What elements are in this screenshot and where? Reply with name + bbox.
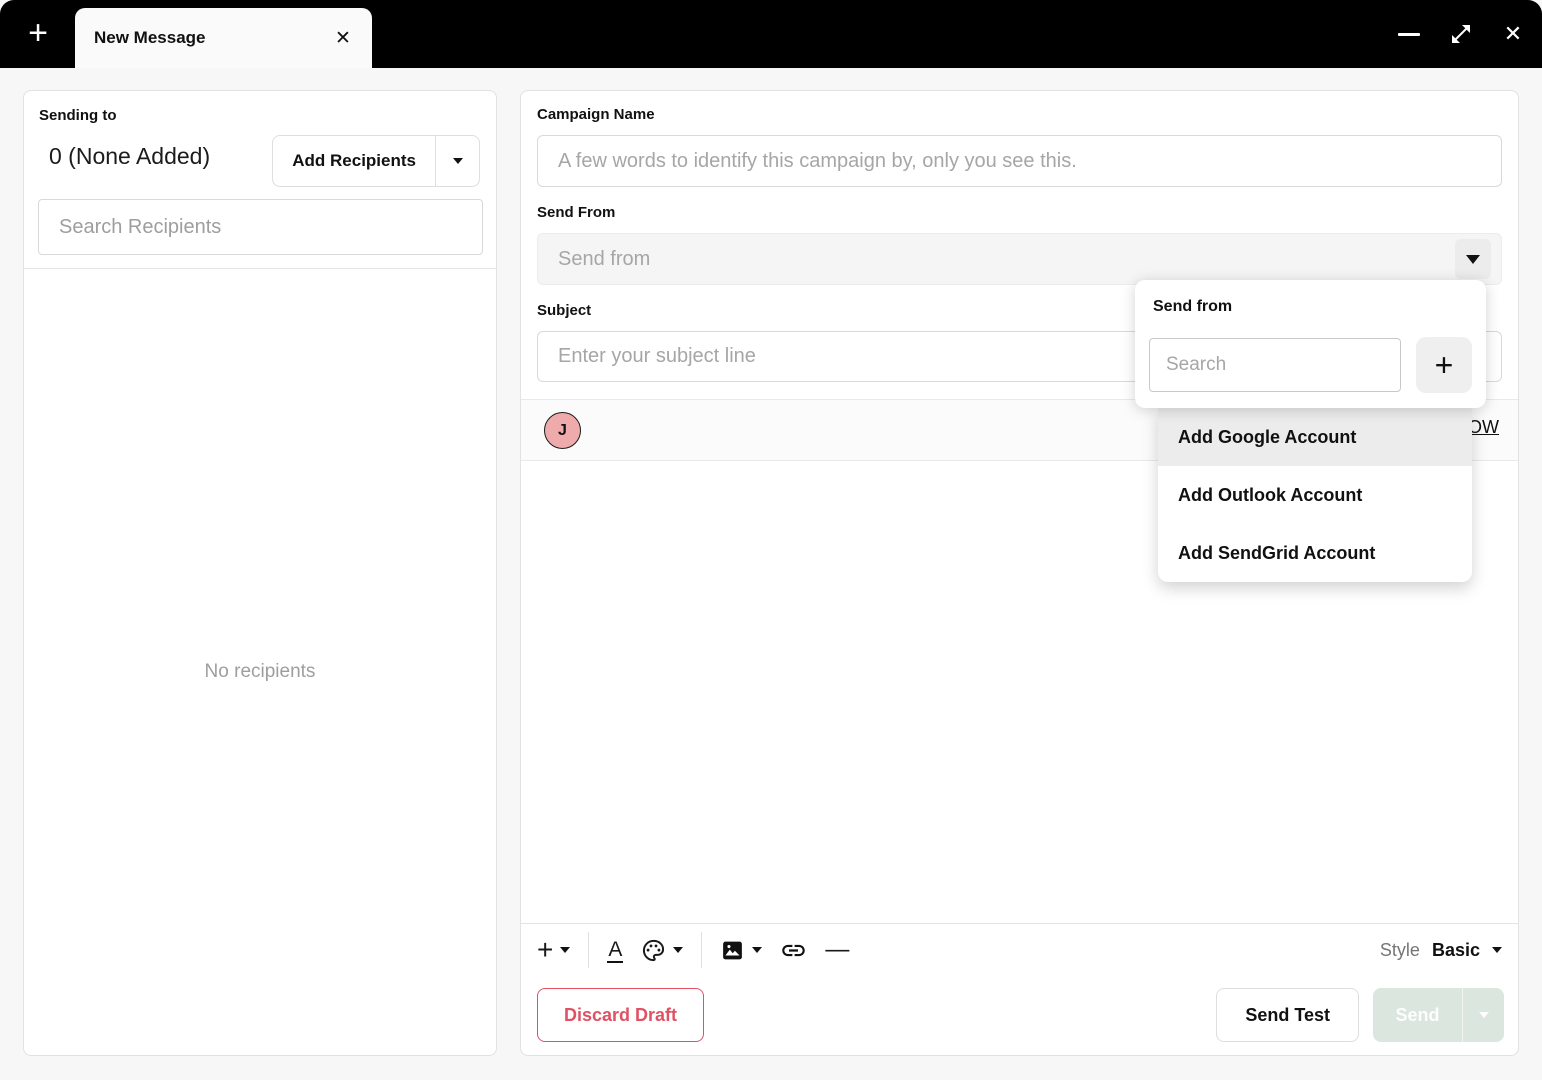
recipients-divider [24,268,496,269]
campaign-name-label: Campaign Name [537,106,655,123]
recipients-count: 0 (None Added) [49,143,211,169]
toolbar-divider [701,932,703,968]
sending-to-label: Sending to [39,107,117,124]
chevron-down-icon [560,947,571,953]
menu-item-add-outlook[interactable]: Add Outlook Account [1158,466,1472,524]
window-controls: ✕ [1396,0,1526,68]
menu-item-add-sendgrid[interactable]: Add SendGrid Account [1158,524,1472,582]
horizontal-rule-button[interactable]: — [825,936,849,964]
close-icon: ✕ [335,27,351,49]
text-color-icon: A [607,937,624,963]
app-window: + New Message ✕ ✕ Sending to 0 (None Add… [0,0,1542,1080]
minimize-button[interactable] [1396,21,1422,47]
tab-title: New Message [94,28,206,47]
recipients-header: Sending to 0 (None Added) Add Recipients [24,91,496,268]
expand-icon [1452,25,1470,43]
search-recipients-input[interactable] [38,199,483,255]
send-options-dropdown[interactable] [1462,988,1504,1042]
style-value: Basic [1431,939,1480,960]
avatar[interactable]: J [544,412,581,449]
add-recipients-dropdown[interactable] [435,136,479,186]
horizontal-rule-icon: — [825,936,850,963]
new-tab-button[interactable]: + [18,14,58,54]
tab-close-button[interactable]: ✕ [326,21,360,55]
formatting-toolbar: + A — Style Basic [537,924,1502,976]
send-from-label: Send From [537,204,616,221]
discard-draft-button[interactable]: Discard Draft [537,988,705,1042]
menu-item-add-google[interactable]: Add Google Account [1158,408,1472,466]
add-recipients-button[interactable]: Add Recipients [272,135,480,187]
campaign-name-input[interactable] [537,135,1502,187]
send-test-button[interactable]: Send Test [1216,988,1359,1042]
chevron-down-icon [752,947,763,953]
theme-palette-button[interactable] [641,938,684,963]
style-label: Style [1379,939,1420,960]
compose-footer: + A — Style Basic Discard Draft Send Tes… [521,923,1518,1055]
close-icon: ✕ [1503,21,1523,46]
plus-icon: + [1434,347,1454,383]
text-color-button[interactable]: A [607,937,624,963]
add-recipients-label: Add Recipients [292,151,416,170]
send-button-label: Send [1395,1004,1440,1025]
recipients-panel: Sending to 0 (None Added) Add Recipients… [23,90,497,1056]
action-buttons-row: Discard Draft Send Test Send [537,988,1504,1042]
insert-image-button[interactable] [720,938,763,963]
plus-icon: + [28,14,48,52]
link-icon [782,944,806,956]
popover-search-input[interactable] [1149,338,1401,392]
insert-menu-button[interactable]: + [537,934,571,965]
style-selector[interactable]: Style Basic [1380,940,1502,961]
minimize-icon [1398,32,1420,36]
followup-link-partial[interactable]: OW [1468,417,1499,438]
add-account-menu: Add Google Account Add Outlook Account A… [1158,408,1472,582]
send-from-popover: Send from + [1135,280,1486,408]
insert-link-button[interactable] [780,937,807,964]
expand-button[interactable] [1448,21,1474,47]
chevron-down-icon [452,158,463,164]
tab-new-message[interactable]: New Message ✕ [75,8,372,68]
chevron-down-icon [673,947,684,953]
subject-label: Subject [537,302,592,319]
no-recipients-text: No recipients [204,661,316,682]
image-icon [723,941,743,959]
window-close-button[interactable]: ✕ [1500,21,1526,47]
popover-title: Send from [1153,298,1233,315]
send-buttons-group: Send Test Send [1216,988,1504,1042]
send-from-dropdown-button[interactable] [1455,239,1491,279]
toolbar-divider [588,932,590,968]
chevron-down-icon [1466,254,1480,264]
titlebar: + New Message ✕ ✕ [0,0,1542,68]
chevron-down-icon [1478,1012,1489,1018]
palette-icon [643,939,665,961]
send-from-field[interactable]: Send from [537,233,1502,285]
add-account-button[interactable]: + [1416,337,1472,393]
send-button[interactable]: Send [1373,988,1504,1042]
plus-icon: + [537,934,554,965]
send-from-placeholder: Send from [558,247,651,270]
chevron-down-icon [1492,947,1502,953]
